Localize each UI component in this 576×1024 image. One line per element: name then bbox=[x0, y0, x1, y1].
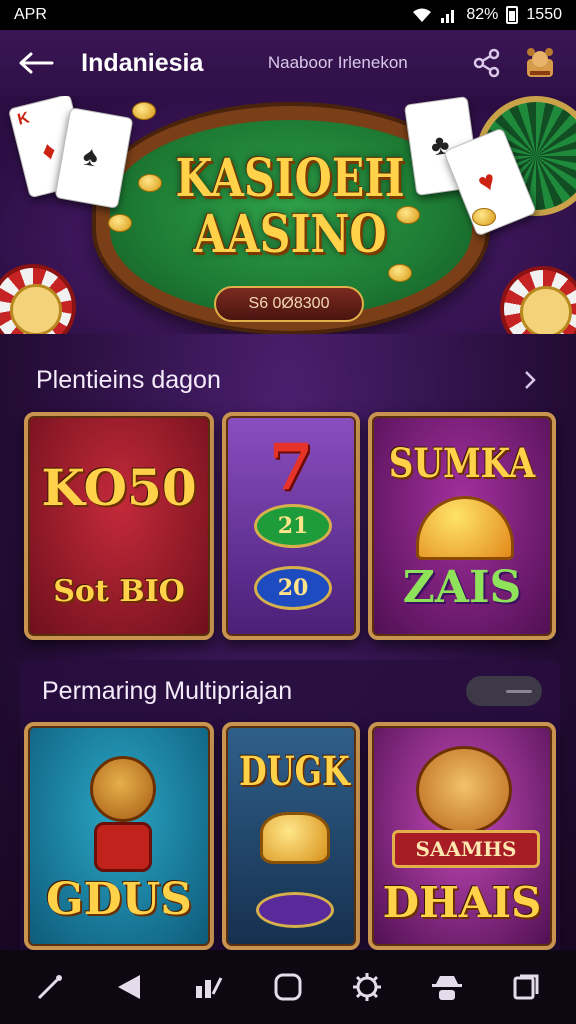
wifi-icon bbox=[413, 8, 432, 22]
game-subtitle: ZAIS bbox=[402, 562, 522, 613]
game-banner-ribbon: SAAMHS bbox=[392, 830, 540, 868]
gold-coin-icon bbox=[108, 214, 132, 232]
bottom-navigation bbox=[0, 950, 576, 1024]
section-header-featured[interactable]: Plentieins dagon bbox=[0, 358, 576, 402]
game-title: GDUS bbox=[46, 874, 192, 925]
golden-helmet-icon bbox=[416, 496, 514, 560]
banner-title: KASIOEH AASINO bbox=[175, 148, 405, 265]
game-tile[interactable]: SUMKA ZAIS bbox=[368, 412, 556, 640]
game-title: SUMKA bbox=[388, 440, 536, 487]
game-badge: 21 bbox=[254, 504, 332, 548]
avatar-icon[interactable] bbox=[521, 43, 560, 83]
chart-edit-icon[interactable] bbox=[187, 965, 231, 1009]
chevron-right-icon[interactable] bbox=[518, 368, 542, 392]
game-subtitle: DHAIS bbox=[382, 878, 542, 927]
scroll-indicator[interactable] bbox=[466, 676, 542, 706]
battery-icon bbox=[506, 6, 519, 24]
carrier-label: APR bbox=[14, 6, 47, 23]
back-triangle-icon[interactable] bbox=[107, 965, 151, 1009]
gold-coin-icon bbox=[138, 174, 162, 192]
clock: 1550 bbox=[526, 6, 562, 23]
golden-creature-icon bbox=[260, 812, 330, 864]
app-header: Indaniesia Naaboor Irlenekon bbox=[0, 30, 576, 96]
prize-badge: S6 0Ø8300 bbox=[214, 286, 364, 322]
gold-coin-icon bbox=[388, 264, 412, 282]
signal-icon bbox=[441, 10, 455, 23]
game-badge bbox=[256, 892, 334, 928]
share-icon[interactable] bbox=[468, 43, 507, 83]
recents-icon[interactable] bbox=[504, 965, 548, 1009]
back-arrow-icon[interactable] bbox=[16, 43, 55, 83]
battery-percent: 82% bbox=[466, 6, 499, 23]
header-subtitle: Naaboor Irlenekon bbox=[267, 53, 408, 72]
wand-icon[interactable] bbox=[28, 965, 72, 1009]
promo-banner[interactable]: K ♦ ♠ ♣ ♥ KASIOEH AASINO S6 0Ø8300 bbox=[0, 96, 576, 334]
section-title: Permaring Multipriajan bbox=[42, 676, 293, 705]
bear-mascot-icon bbox=[90, 756, 156, 822]
home-icon[interactable] bbox=[266, 965, 310, 1009]
settings-gear-icon[interactable] bbox=[345, 965, 389, 1009]
gold-coin-icon bbox=[132, 102, 156, 120]
game-tile[interactable]: GDUS bbox=[24, 722, 214, 950]
section-header-multiplayer[interactable]: Permaring Multipriajan bbox=[0, 668, 576, 714]
spy-icon[interactable] bbox=[425, 965, 469, 1009]
section-title: Plentieins dagon bbox=[36, 365, 221, 394]
mascot-body-graphic bbox=[94, 822, 152, 872]
gold-coin-icon bbox=[472, 208, 496, 226]
game-badge: 20 bbox=[254, 566, 332, 610]
casino-chip-icon bbox=[500, 266, 576, 334]
game-title: KO50 bbox=[41, 458, 197, 517]
casino-chip-icon bbox=[0, 264, 76, 334]
status-bar: APR 82% 1550 bbox=[0, 0, 576, 30]
page-title: Indaniesia bbox=[81, 48, 204, 77]
game-subtitle: Sot BIO bbox=[53, 574, 185, 609]
lion-mascot-icon bbox=[416, 746, 512, 834]
game-title: DUGK bbox=[239, 748, 350, 795]
game-tile[interactable]: SAAMHS DHAIS bbox=[368, 722, 556, 950]
status-icons: 82% 1550 bbox=[412, 6, 562, 24]
game-symbol: 7 bbox=[268, 430, 314, 505]
game-tile[interactable]: KO50 Sot BIO bbox=[24, 412, 214, 640]
game-tile[interactable]: 7 21 20 bbox=[222, 412, 360, 640]
game-tile[interactable]: DUGK bbox=[222, 722, 360, 950]
